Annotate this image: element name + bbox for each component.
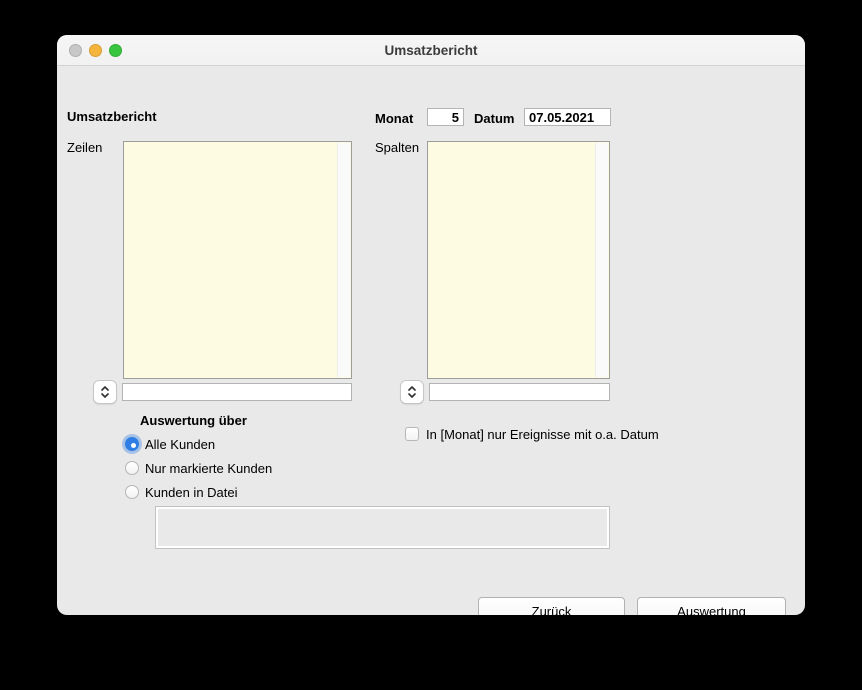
radio-icon[interactable] <box>125 485 139 499</box>
report-heading: Umsatzbericht <box>67 109 157 124</box>
auswertung-button[interactable]: Auswertung <box>637 597 786 615</box>
radio-icon[interactable] <box>125 437 139 451</box>
radio-icon[interactable] <box>125 461 139 475</box>
zeilen-listbox[interactable] <box>123 141 352 379</box>
zurueck-button[interactable]: Zurück <box>478 597 625 615</box>
up-down-chevron-icon <box>407 385 417 399</box>
radio-nur-markierte-kunden[interactable]: Nur markierte Kunden <box>125 460 272 476</box>
auswertung-group-label: Auswertung über <box>140 413 247 428</box>
monat-filter-label: In [Monat] nur Ereignisse mit o.a. Datum <box>426 427 659 442</box>
window-title: Umsatzbericht <box>57 35 805 66</box>
datum-input[interactable] <box>524 108 611 126</box>
monat-filter-row[interactable]: In [Monat] nur Ereignisse mit o.a. Datum <box>405 426 659 442</box>
spalten-listbox[interactable] <box>427 141 610 379</box>
zeilen-label: Zeilen <box>67 140 102 155</box>
spalten-label: Spalten <box>375 140 419 155</box>
kunden-datei-field <box>155 506 610 549</box>
radio-kunden-in-datei[interactable]: Kunden in Datei <box>125 484 238 500</box>
title-bar[interactable]: Umsatzbericht <box>57 35 805 66</box>
dialog-content: Umsatzbericht Monat Datum Zeilen Spalten <box>57 66 805 615</box>
umsatzbericht-dialog: Umsatzbericht Umsatzbericht Monat Datum … <box>57 35 805 615</box>
radio-label: Nur markierte Kunden <box>145 461 272 476</box>
datum-label: Datum <box>474 111 514 126</box>
zeilen-scrollbar[interactable] <box>337 143 350 377</box>
spalten-stepper[interactable] <box>400 380 424 404</box>
zeilen-stepper[interactable] <box>93 380 117 404</box>
monat-label: Monat <box>375 111 413 126</box>
radio-alle-kunden[interactable]: Alle Kunden <box>125 436 215 452</box>
up-down-chevron-icon <box>100 385 110 399</box>
checkbox-icon[interactable] <box>405 427 419 441</box>
spalten-scrollbar[interactable] <box>595 143 608 377</box>
monat-input[interactable] <box>427 108 464 126</box>
spalten-combo-input[interactable] <box>429 383 610 401</box>
radio-label: Alle Kunden <box>145 437 215 452</box>
zeilen-combo-input[interactable] <box>122 383 352 401</box>
radio-label: Kunden in Datei <box>145 485 238 500</box>
